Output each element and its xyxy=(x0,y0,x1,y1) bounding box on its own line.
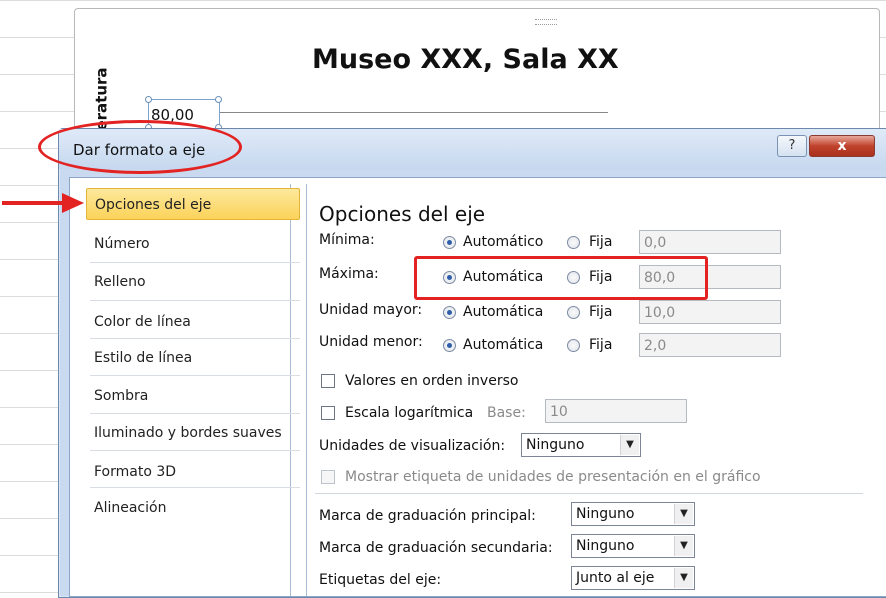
nav-item-alineacion[interactable]: Alineación xyxy=(86,492,300,524)
minor-unit-fixed-radio[interactable] xyxy=(567,339,580,352)
chart-title[interactable]: Museo XXX, Sala XX xyxy=(312,44,619,75)
log-scale-label[interactable]: Escala logarítmica xyxy=(345,405,473,421)
reverse-order-checkbox[interactable] xyxy=(321,374,335,388)
minor-tick-label: Marca de graduación secundaria: xyxy=(319,540,553,556)
section-divider xyxy=(315,493,863,494)
display-units-label: Unidades de visualización: xyxy=(319,438,506,454)
nav-item-iluminado[interactable]: Iluminado y bordes suaves xyxy=(86,417,300,449)
nav-separator xyxy=(90,375,300,376)
nav-item-sombra[interactable]: Sombra xyxy=(86,380,300,412)
axis-labels-select[interactable]: Junto al eje ▼ xyxy=(571,566,695,590)
minimum-fixed-label[interactable]: Fija xyxy=(589,234,612,250)
dropdown-arrow-icon: ▼ xyxy=(674,504,693,524)
minor-unit-label: Unidad menor: xyxy=(319,334,423,350)
major-unit-fixed-label[interactable]: Fija xyxy=(589,304,612,320)
show-units-checkbox[interactable] xyxy=(321,470,335,484)
nav-separator xyxy=(90,262,300,263)
close-button[interactable]: x xyxy=(809,135,875,157)
annotation-arrow-icon xyxy=(2,193,84,213)
nav-separator xyxy=(90,487,300,488)
minimum-fixed-radio[interactable] xyxy=(567,236,580,249)
nav-separator xyxy=(90,450,300,451)
selection-handle[interactable] xyxy=(145,96,152,103)
minor-unit-fixed-label[interactable]: Fija xyxy=(589,337,612,353)
major-unit-fixed-radio[interactable] xyxy=(567,306,580,319)
major-unit-label: Unidad mayor: xyxy=(319,302,423,318)
display-units-value: Ninguno xyxy=(526,437,585,453)
options-panel: Opciones del eje Mínima: Automático Fija… xyxy=(306,184,886,596)
axis-labels-label: Etiquetas del eje: xyxy=(319,572,442,588)
chart-resize-handle[interactable] xyxy=(535,19,557,25)
axis-labels-value: Junto al eje xyxy=(576,570,655,586)
close-icon: x xyxy=(837,138,847,154)
dialog-body: Opciones del eje Número Relleno Color de… xyxy=(69,177,886,597)
nav-separator xyxy=(90,413,300,414)
minor-tick-value: Ninguno xyxy=(576,538,635,554)
major-unit-auto-radio[interactable] xyxy=(443,306,456,319)
help-icon: ? xyxy=(788,138,796,153)
major-unit-value-field[interactable]: 10,0 xyxy=(639,300,781,324)
nav-item-opciones-del-eje[interactable]: Opciones del eje xyxy=(86,188,300,220)
format-axis-dialog: Dar formato a eje ? x Opciones del eje N… xyxy=(58,128,886,598)
minor-unit-auto-radio[interactable] xyxy=(443,339,456,352)
nav-item-relleno[interactable]: Relleno xyxy=(86,266,300,298)
category-list: Opciones del eje Número Relleno Color de… xyxy=(80,184,300,596)
major-tick-value: Ninguno xyxy=(576,506,635,522)
base-label: Base: xyxy=(487,405,526,421)
nav-item-color-de-linea[interactable]: Color de línea xyxy=(86,306,300,338)
show-units-label: Mostrar etiqueta de unidades de presenta… xyxy=(345,469,761,485)
dropdown-arrow-icon: ▼ xyxy=(620,435,639,455)
nav-item-numero[interactable]: Número xyxy=(86,228,300,260)
maximum-label: Máxima: xyxy=(319,266,379,282)
selection-handle[interactable] xyxy=(215,96,222,103)
chart-gridline xyxy=(220,112,608,113)
log-scale-checkbox[interactable] xyxy=(321,406,335,420)
dropdown-arrow-icon: ▼ xyxy=(674,568,693,588)
dropdown-arrow-icon: ▼ xyxy=(674,536,693,556)
nav-separator xyxy=(90,338,300,339)
nav-separator xyxy=(90,300,300,301)
minimum-auto-label[interactable]: Automático xyxy=(463,234,543,250)
minor-unit-value-field[interactable]: 2,0 xyxy=(639,333,781,357)
section-title: Opciones del eje xyxy=(319,202,486,226)
minor-unit-auto-label[interactable]: Automática xyxy=(463,337,543,353)
annotation-rectangle xyxy=(414,256,708,300)
base-value-field[interactable]: 10 xyxy=(545,399,687,423)
minor-tick-select[interactable]: Ninguno ▼ xyxy=(571,534,695,558)
nav-item-formato-3d[interactable]: Formato 3D xyxy=(86,456,300,488)
reverse-order-label[interactable]: Valores en orden inverso xyxy=(345,373,518,389)
help-button[interactable]: ? xyxy=(777,135,807,157)
annotation-ellipse xyxy=(38,120,242,174)
minimum-value-field[interactable]: 0,0 xyxy=(639,230,781,254)
major-tick-label: Marca de graduación principal: xyxy=(319,508,536,524)
minimum-auto-radio[interactable] xyxy=(443,236,456,249)
major-tick-select[interactable]: Ninguno ▼ xyxy=(571,502,695,526)
major-unit-auto-label[interactable]: Automática xyxy=(463,304,543,320)
minimum-label: Mínima: xyxy=(319,232,375,248)
nav-item-estilo-de-linea[interactable]: Estilo de línea xyxy=(86,342,300,374)
display-units-select[interactable]: Ninguno ▼ xyxy=(521,433,641,457)
